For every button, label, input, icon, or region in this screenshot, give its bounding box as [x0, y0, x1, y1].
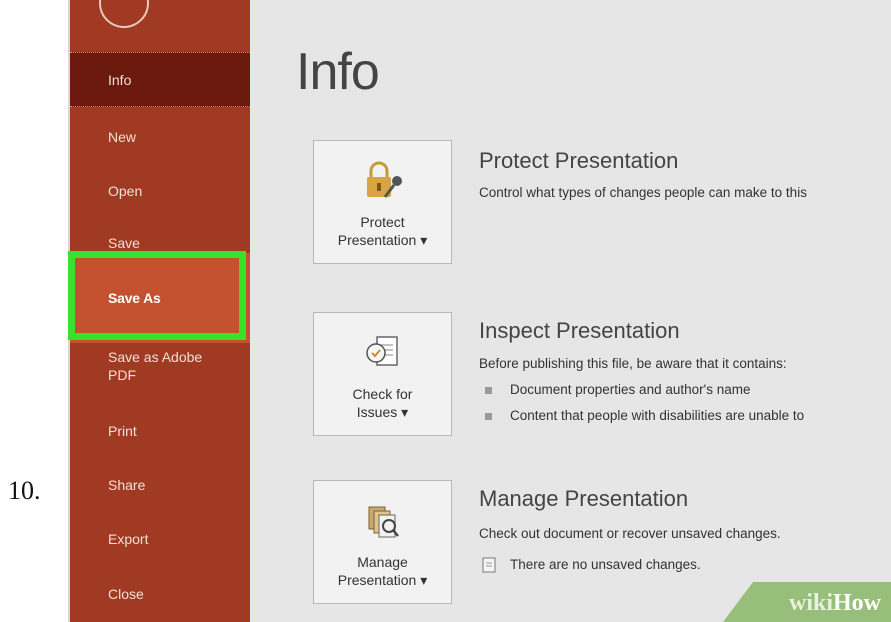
sidebar-item-save-as-adobe-pdf[interactable]: Save as Adobe PDF	[70, 348, 252, 384]
manage-description: Check out document or recover unsaved ch…	[479, 526, 781, 541]
document-check-icon	[365, 336, 398, 366]
lock-key-icon	[366, 161, 402, 198]
page-title: Info	[296, 43, 380, 101]
sidebar-item-label: Save As	[108, 290, 161, 306]
sidebar-item-close[interactable]: Close	[70, 585, 252, 603]
sidebar-item-save[interactable]: Save	[70, 234, 252, 250]
inspect-description: Before publishing this file, be aware th…	[479, 356, 787, 371]
sidebar-item-export[interactable]: Export	[70, 530, 252, 548]
protect-title: Protect Presentation	[479, 148, 679, 173]
manage-button-label: Manage Presentation ▾	[337, 554, 428, 588]
bullet-text: Document properties and author's name	[510, 382, 751, 397]
manage-documents-icon	[368, 506, 399, 538]
backstage-sidebar: Info New Open Save Save As Save as Adobe…	[68, 0, 252, 622]
protect-description: Control what types of changes people can…	[479, 185, 807, 200]
wikihow-how: How	[833, 590, 881, 616]
sidebar-item-share[interactable]: Share	[70, 476, 252, 494]
unsaved-changes-note: There are no unsaved changes.	[482, 557, 701, 573]
sidebar-item-open[interactable]: Open	[70, 182, 252, 200]
sidebar-item-label: Info	[108, 71, 132, 88]
bullet-text: Content that people with disabilities ar…	[510, 408, 805, 423]
manage-presentation-button[interactable]: Manage Presentation ▾	[313, 480, 452, 604]
sidebar-item-print[interactable]: Print	[70, 422, 252, 440]
wikihow-watermark: wikiHow	[789, 590, 881, 617]
bullet-square-icon	[485, 412, 492, 420]
protect-button-label: Protect Presentation ▾	[337, 214, 428, 248]
step-number: 10.	[8, 476, 41, 505]
unsaved-note-text: There are no unsaved changes.	[510, 557, 701, 572]
sidebar-item-new[interactable]: New	[70, 128, 252, 146]
manage-title: Manage Presentation	[479, 486, 689, 511]
check-for-issues-button[interactable]: Check for Issues ▾	[313, 312, 452, 436]
document-icon	[482, 557, 496, 573]
wikihow-wiki: wiki	[788, 590, 833, 616]
inspect-title: Inspect Presentation	[479, 318, 680, 343]
check-button-label: Check for Issues ▾	[352, 386, 413, 420]
protect-presentation-button[interactable]: Protect Presentation ▾	[313, 140, 452, 264]
sidebar-item-info[interactable]: Info	[70, 52, 252, 107]
info-panel: Info Protect Presentation ▾ Protect Pres…	[250, 0, 891, 622]
sidebar-item-save-as[interactable]: Save As	[70, 253, 252, 343]
bullet-square-icon	[485, 386, 492, 394]
inspect-bullet: Document properties and author's name	[485, 382, 750, 397]
back-button[interactable]	[99, 0, 149, 28]
inspect-bullet: Content that people with disabilities ar…	[485, 408, 804, 423]
